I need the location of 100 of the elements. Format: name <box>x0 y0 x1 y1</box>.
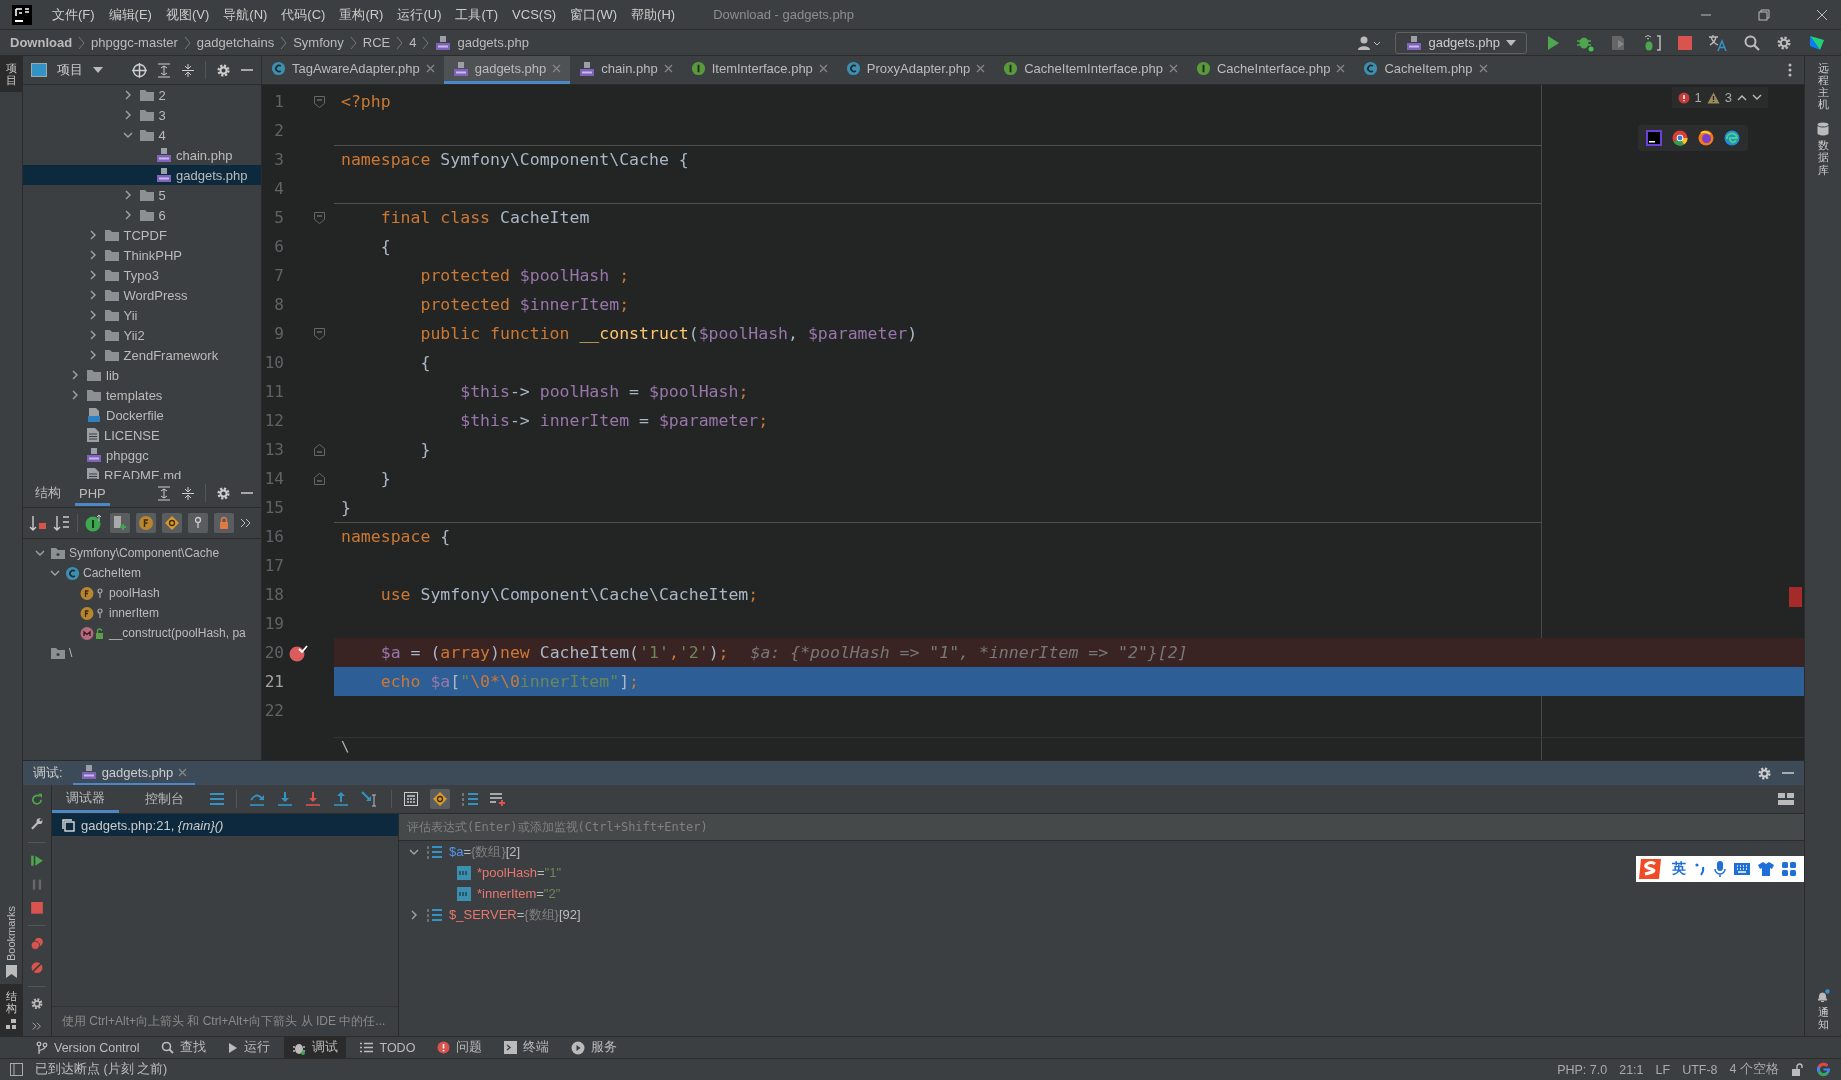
user-icon[interactable] <box>1357 34 1382 51</box>
resume-icon[interactable] <box>29 853 45 867</box>
numbered-list-icon[interactable] <box>462 792 478 806</box>
breadcrumb-item[interactable]: phpggc-master <box>91 35 178 50</box>
tree-item[interactable]: gadgets.php <box>176 167 248 183</box>
plugin-status-icon[interactable] <box>1816 1062 1831 1077</box>
editor-tab[interactable]: ProxyAdapter.php <box>836 56 995 84</box>
translate-icon[interactable] <box>1708 33 1728 52</box>
tool-window-tab[interactable]: 项目 <box>0 56 22 93</box>
sort-visibility-icon[interactable] <box>29 515 47 531</box>
debugger-tab[interactable]: 控制台 <box>131 785 198 813</box>
variable-entry[interactable]: $a={数组}[2] <box>449 842 521 861</box>
more-icon[interactable] <box>240 518 252 528</box>
browser-icon[interactable] <box>1698 130 1714 146</box>
input-mode-toggle[interactable]: 英 <box>1672 860 1686 878</box>
tool-window-button[interactable]: 问题 <box>429 1037 491 1058</box>
browser-icon[interactable] <box>1724 130 1740 146</box>
breadcrumb-item[interactable]: Symfony <box>293 35 344 50</box>
tree-item[interactable]: LICENSE <box>104 427 160 443</box>
tool-window-button[interactable]: 终端 <box>496 1037 558 1058</box>
tree-item[interactable]: chain.php <box>176 147 233 163</box>
tool-window-button[interactable]: 服务 <box>563 1037 626 1058</box>
tree-item[interactable]: 5 <box>158 187 166 203</box>
menu-item[interactable]: 导航(N) <box>223 5 268 24</box>
unlock-icon[interactable] <box>1791 1063 1804 1076</box>
run-to-cursor-icon[interactable] <box>361 791 379 807</box>
menu-item[interactable]: 运行(U) <box>397 5 442 24</box>
tree-item[interactable]: Typo3 <box>123 267 159 283</box>
close-icon[interactable] <box>1815 7 1829 22</box>
fold-marker-icon[interactable] <box>313 472 325 485</box>
expand-all-icon[interactable] <box>157 485 171 501</box>
tool-window-button[interactable]: 调试 <box>284 1037 347 1058</box>
tree-item[interactable]: Dockerfile <box>106 407 164 423</box>
menu-item[interactable]: VCS(S) <box>512 7 557 22</box>
panel-tab[interactable]: PHP <box>75 480 110 506</box>
tree-item[interactable]: phpggc <box>106 447 149 463</box>
structure-item[interactable]: CacheItem <box>83 566 142 580</box>
tree-item[interactable]: lib <box>106 367 119 383</box>
plugin-logo-icon[interactable] <box>1808 33 1826 52</box>
menu-item[interactable]: 帮助(H) <box>631 5 676 24</box>
close-icon[interactable] <box>1478 64 1488 73</box>
tool-window-button[interactable]: Version Control <box>28 1037 148 1058</box>
run-configuration-dropdown[interactable]: gadgets.php <box>1395 31 1527 54</box>
status-item[interactable]: 21:1 <box>1619 1062 1644 1077</box>
tool-window-tab[interactable]: 远程主机 <box>1817 56 1829 117</box>
stack-frame[interactable]: gadgets.php:21, {main}() <box>52 814 398 836</box>
close-icon[interactable] <box>1168 64 1178 73</box>
structure-item[interactable]: poolHash <box>109 586 160 600</box>
add-watch-icon[interactable] <box>490 792 506 806</box>
rerun-icon[interactable] <box>29 793 45 807</box>
variable-entry[interactable]: *innerItem="2" <box>477 886 561 901</box>
tree-item[interactable]: 4 <box>158 127 166 143</box>
punctuation-icon[interactable] <box>1694 862 1706 876</box>
structure-item[interactable]: Symfony\Component\Cache <box>69 546 220 560</box>
editor-tab[interactable]: gadgets.php <box>443 56 571 84</box>
settings-icon[interactable] <box>29 997 45 1011</box>
tree-item[interactable]: 2 <box>158 87 166 103</box>
close-icon[interactable] <box>178 767 188 777</box>
tool-window-tab[interactable]: Bookmarks <box>0 899 22 984</box>
settings-icon[interactable] <box>1757 765 1772 781</box>
structure-item[interactable]: __construct(poolHash, pa <box>109 626 246 640</box>
more-icon[interactable] <box>31 1021 43 1031</box>
status-item[interactable]: PHP: 7.0 <box>1557 1062 1608 1077</box>
calculator-icon[interactable] <box>404 792 418 806</box>
menu-item[interactable]: 编辑(E) <box>108 5 152 24</box>
expanded-chevron-icon[interactable] <box>50 568 60 578</box>
view-breakpoints-icon[interactable] <box>29 936 45 951</box>
breadcrumb-item[interactable]: gadgets.php <box>457 35 529 50</box>
close-icon[interactable] <box>976 64 986 73</box>
menu-item[interactable]: 窗口(W) <box>570 5 618 24</box>
variable-entry[interactable]: *poolHash="1" <box>477 865 562 880</box>
attach-debugger-icon[interactable] <box>1642 33 1662 52</box>
menu-item[interactable]: 文件(F) <box>52 5 95 24</box>
expanded-chevron-icon[interactable] <box>35 548 45 558</box>
expanded-chevron-icon[interactable] <box>122 130 133 140</box>
restore-icon[interactable] <box>1757 7 1771 22</box>
collapsed-chevron-icon[interactable] <box>70 370 80 380</box>
caret-icon[interactable] <box>93 67 103 73</box>
fold-marker-icon[interactable] <box>313 211 325 224</box>
more-options-icon[interactable] <box>1788 63 1792 77</box>
locate-icon[interactable] <box>132 62 147 78</box>
microphone-icon[interactable] <box>1714 861 1726 877</box>
tool-window-button[interactable]: 查找 <box>153 1037 215 1058</box>
panel-tab[interactable]: 结构 <box>31 479 65 507</box>
tree-item[interactable]: README.md <box>104 467 182 479</box>
collapsed-chevron-icon[interactable] <box>70 390 80 400</box>
tool-window-tab[interactable]: 通知 <box>1816 982 1830 1036</box>
step-out-icon[interactable] <box>333 791 349 807</box>
tool-window-button[interactable]: 运行 <box>220 1037 279 1058</box>
collapse-all-icon[interactable] <box>181 62 195 78</box>
inherited-icon[interactable] <box>84 514 104 532</box>
tree-item[interactable]: ThinkPHP <box>123 247 183 263</box>
grid-icon[interactable] <box>1782 862 1796 876</box>
input-method-toolbar[interactable]: 英 <box>1636 856 1804 882</box>
force-step-into-icon[interactable] <box>305 791 321 807</box>
tree-item[interactable]: 6 <box>158 207 166 223</box>
settings-icon[interactable] <box>216 62 231 78</box>
debug-session-tab[interactable]: gadgets.php <box>72 761 196 785</box>
collapsed-chevron-icon[interactable] <box>409 909 419 920</box>
breakpoint-icon[interactable] <box>288 643 308 662</box>
